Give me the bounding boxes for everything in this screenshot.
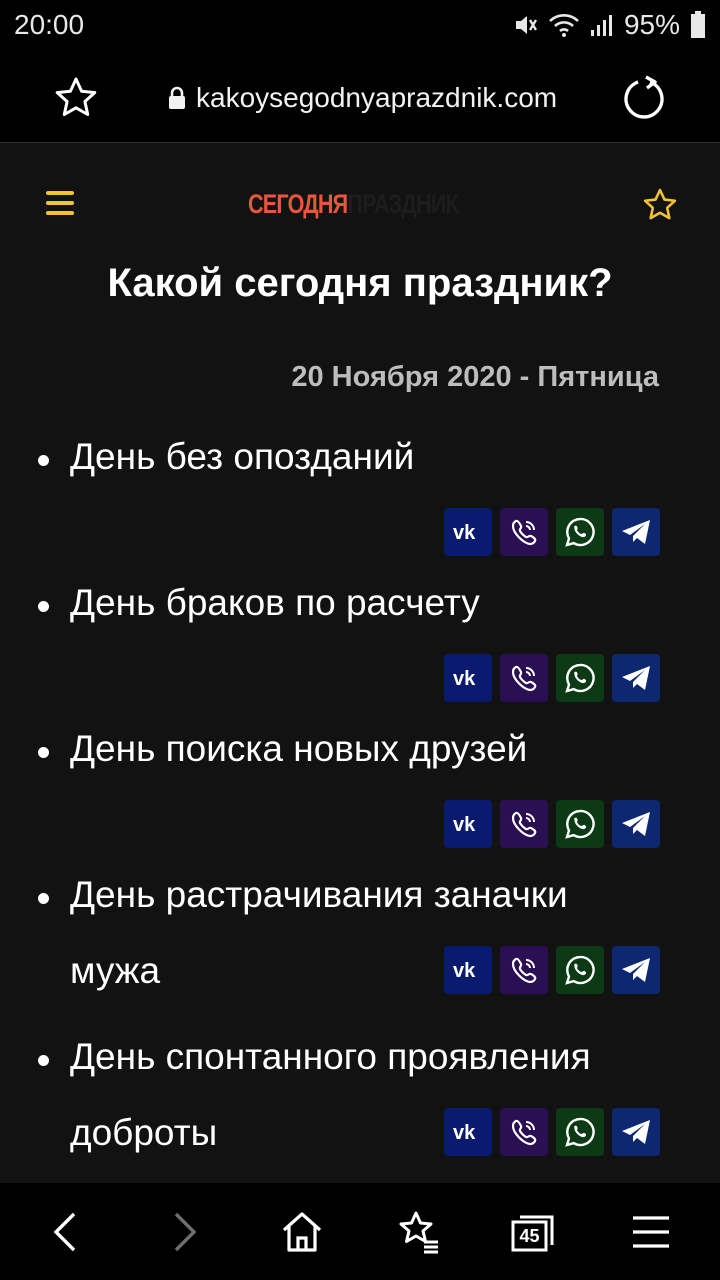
svg-text:vk: vk bbox=[453, 668, 476, 688]
vk-icon: vk bbox=[453, 960, 476, 980]
share-buttons: vk bbox=[444, 508, 660, 556]
svg-text:vk: vk bbox=[453, 1122, 476, 1142]
telegram-icon bbox=[622, 520, 650, 544]
status-icons: 95% bbox=[512, 9, 706, 41]
viber-icon bbox=[511, 811, 537, 838]
signal-icon bbox=[590, 15, 612, 36]
share-vk-button[interactable]: vk bbox=[444, 1108, 492, 1156]
forward-icon[interactable] bbox=[160, 1209, 206, 1255]
holiday-title[interactable]: День спонтанного проявления bbox=[70, 1037, 591, 1077]
viber-icon bbox=[511, 665, 537, 692]
browser-bottom-nav: 45 bbox=[0, 1183, 720, 1280]
bookmarks-icon[interactable] bbox=[396, 1209, 442, 1255]
share-telegram-button[interactable] bbox=[612, 1108, 660, 1156]
vk-icon: vk bbox=[453, 522, 476, 542]
viber-icon bbox=[511, 1119, 537, 1146]
share-vk-button[interactable]: vk bbox=[444, 800, 492, 848]
back-icon[interactable] bbox=[44, 1209, 90, 1255]
lock-icon bbox=[169, 86, 185, 109]
bullet bbox=[38, 601, 49, 612]
whatsapp-icon bbox=[565, 809, 595, 839]
bullet bbox=[38, 747, 49, 758]
home-icon[interactable] bbox=[279, 1209, 325, 1255]
share-viber-button[interactable] bbox=[500, 508, 548, 556]
favorite-star-icon[interactable] bbox=[642, 187, 678, 223]
holiday-title[interactable]: День без опозданий bbox=[70, 437, 414, 477]
url-field[interactable]: kakoysegodnyaprazdnik.com bbox=[168, 78, 557, 118]
battery-percent: 95% bbox=[623, 9, 680, 40]
holiday-title[interactable]: День растрачивания заначки bbox=[70, 875, 568, 915]
bullet bbox=[38, 455, 49, 466]
holiday-title-line2[interactable]: доброты bbox=[70, 1113, 217, 1153]
bullet bbox=[38, 893, 49, 904]
holiday-title-line2[interactable]: мужа bbox=[70, 951, 160, 991]
share-telegram-button[interactable] bbox=[612, 508, 660, 556]
bullet bbox=[38, 1055, 49, 1066]
vk-icon: vk bbox=[453, 1122, 476, 1142]
share-telegram-button[interactable] bbox=[612, 800, 660, 848]
url-text: kakoysegodnyaprazdnik.com bbox=[196, 82, 558, 113]
tabs-button[interactable]: 45 bbox=[510, 1209, 556, 1255]
svg-text:vk: vk bbox=[453, 522, 476, 542]
status-time: 20:00 bbox=[14, 9, 85, 40]
share-vk-button[interactable]: vk bbox=[444, 654, 492, 702]
share-buttons: vk bbox=[444, 1108, 660, 1156]
svg-text:vk: vk bbox=[453, 814, 476, 834]
page-title: Какой сегодня праздник? bbox=[107, 261, 613, 305]
tabs-count: 45 bbox=[519, 1226, 540, 1246]
browser-url-bar: kakoysegodnyaprazdnik.com bbox=[0, 50, 720, 143]
share-buttons: vk bbox=[444, 654, 660, 702]
share-buttons: vk bbox=[444, 946, 660, 994]
telegram-icon bbox=[622, 958, 650, 982]
holiday-title[interactable]: День браков по расчету bbox=[70, 583, 480, 623]
share-viber-button[interactable] bbox=[500, 654, 548, 702]
logo-part-1: СЕГОДНЯ bbox=[248, 188, 348, 219]
share-buttons: vk bbox=[444, 800, 660, 848]
battery-icon bbox=[691, 11, 705, 38]
share-whatsapp-button[interactable] bbox=[556, 508, 604, 556]
whatsapp-icon bbox=[565, 663, 595, 693]
whatsapp-icon bbox=[565, 955, 595, 985]
share-vk-button[interactable]: vk bbox=[444, 508, 492, 556]
share-viber-button[interactable] bbox=[500, 946, 548, 994]
share-whatsapp-button[interactable] bbox=[556, 800, 604, 848]
telegram-icon bbox=[622, 1120, 650, 1144]
vk-icon: vk bbox=[453, 668, 476, 688]
viber-icon bbox=[511, 519, 537, 546]
share-telegram-button[interactable] bbox=[612, 654, 660, 702]
share-viber-button[interactable] bbox=[500, 1108, 548, 1156]
telegram-icon bbox=[622, 812, 650, 836]
share-whatsapp-button[interactable] bbox=[556, 946, 604, 994]
site-logo[interactable]: СЕГОДНЯ ПРАЗДНИК bbox=[248, 187, 459, 221]
current-date: 20 Ноября 2020 - Пятница bbox=[291, 361, 659, 393]
svg-text:vk: vk bbox=[453, 960, 476, 980]
share-vk-button[interactable]: vk bbox=[444, 946, 492, 994]
telegram-icon bbox=[622, 666, 650, 690]
status-bar: 20:00 95% bbox=[0, 0, 720, 50]
whatsapp-icon bbox=[565, 517, 595, 547]
reload-icon[interactable] bbox=[620, 74, 668, 122]
share-whatsapp-button[interactable] bbox=[556, 1108, 604, 1156]
share-viber-button[interactable] bbox=[500, 800, 548, 848]
bookmark-star-icon[interactable] bbox=[54, 76, 98, 120]
holiday-title[interactable]: День поиска новых друзей bbox=[70, 729, 527, 769]
menu-icon[interactable] bbox=[628, 1209, 674, 1255]
wifi-icon bbox=[549, 14, 579, 37]
share-telegram-button[interactable] bbox=[612, 946, 660, 994]
viber-icon bbox=[511, 957, 537, 984]
share-whatsapp-button[interactable] bbox=[556, 654, 604, 702]
vk-icon: vk bbox=[453, 814, 476, 834]
web-page: СЕГОДНЯ ПРАЗДНИК Какой сегодня праздник?… bbox=[0, 143, 720, 1183]
mute-icon bbox=[515, 16, 537, 34]
logo-part-2: ПРАЗДНИК bbox=[347, 188, 458, 219]
hamburger-menu-icon[interactable] bbox=[46, 191, 74, 215]
whatsapp-icon bbox=[565, 1117, 595, 1147]
